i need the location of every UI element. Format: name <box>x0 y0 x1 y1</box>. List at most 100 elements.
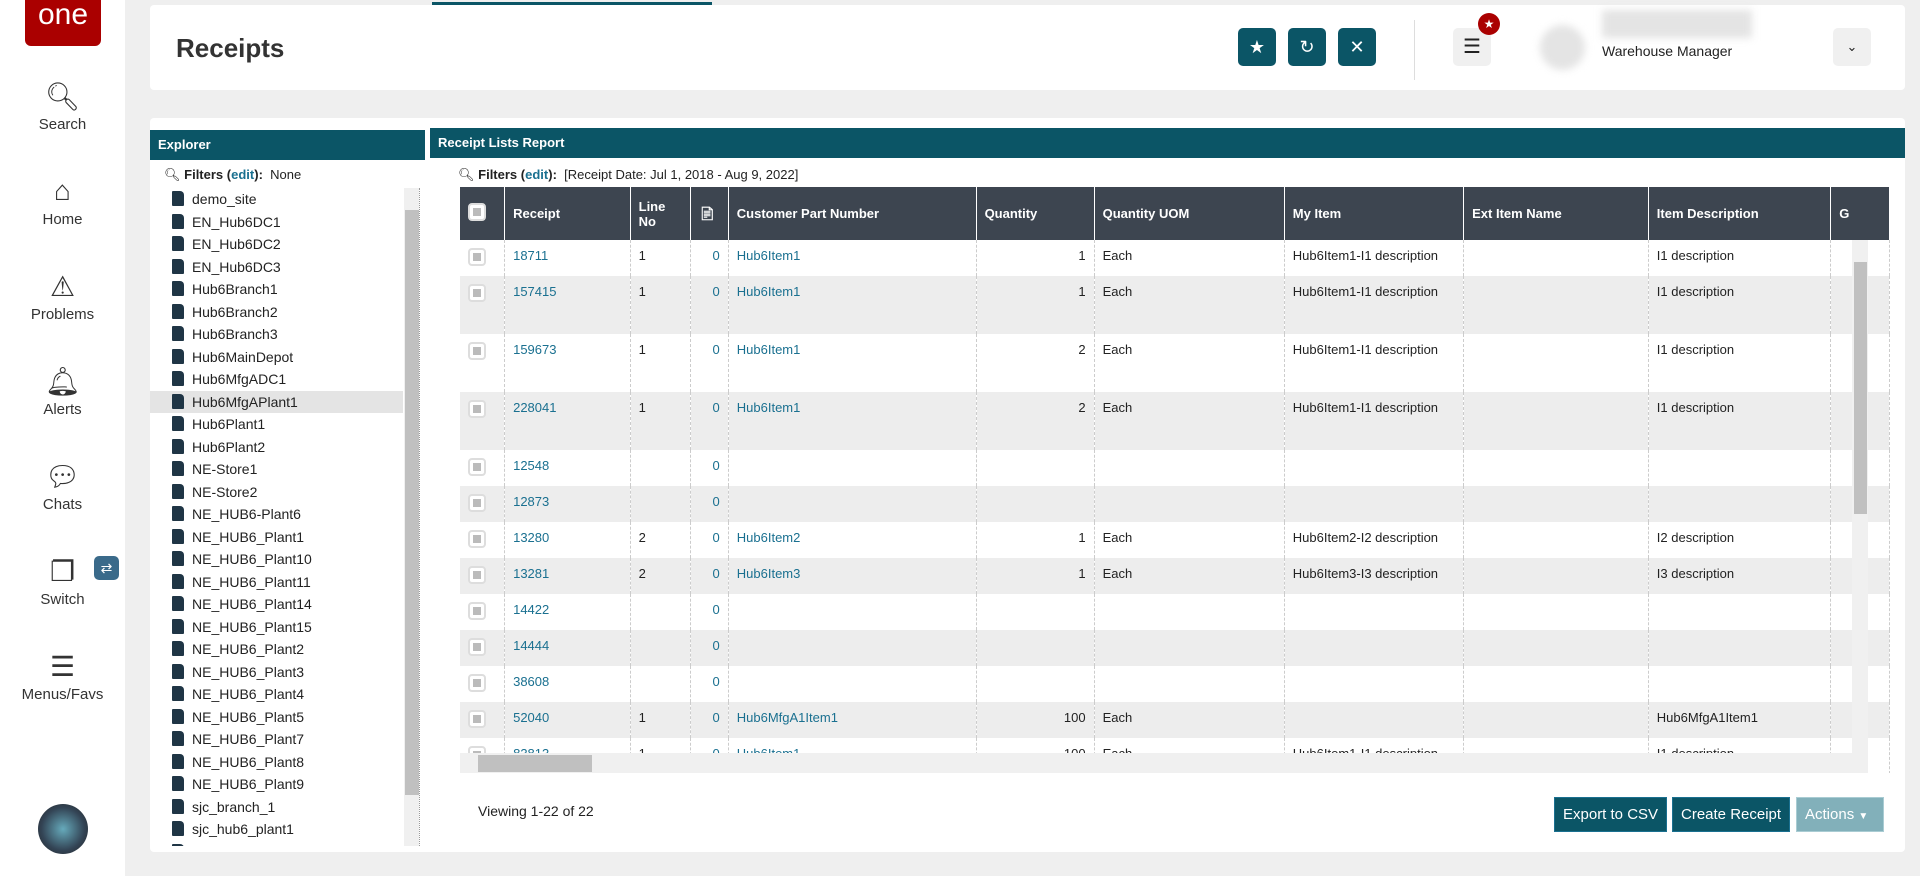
tree-item[interactable]: NE_HUB6_Plant2 <box>172 638 304 660</box>
nav-home[interactable]: ⌂ Home <box>0 175 125 228</box>
table-row[interactable]: 12548 0 <box>460 450 1890 486</box>
column-header[interactable]: Item Description <box>1648 187 1832 240</box>
nav-menus-favs[interactable]: ☰ Menus/Favs <box>0 650 125 703</box>
export-csv-button[interactable]: Export to CSV <box>1554 797 1668 832</box>
cell-2[interactable]: 0 <box>690 486 729 522</box>
tree-item[interactable]: Hub6Branch2 <box>172 301 278 323</box>
cell-2[interactable]: 0 <box>690 276 729 334</box>
nav-chats[interactable]: 💬︎ Chats <box>0 460 125 513</box>
tree-scrollbar[interactable] <box>404 188 419 846</box>
tree-item[interactable]: Hub6Branch1 <box>172 278 278 300</box>
tree-item[interactable]: NE_HUB6_Plant15 <box>172 616 312 638</box>
cell-2[interactable]: 0 <box>690 522 729 558</box>
row-checkbox[interactable] <box>468 602 486 620</box>
tree-item[interactable]: NE_HUB6_Plant5 <box>172 706 304 728</box>
tree-item[interactable]: NE_HUB6_Plant14 <box>172 593 312 615</box>
cell-3[interactable] <box>728 450 977 486</box>
cell-3[interactable]: Hub6Item2 <box>728 522 977 558</box>
row-checkbox-cell[interactable] <box>460 450 506 486</box>
tree-item[interactable]: EN_Hub6DC1 <box>172 211 281 233</box>
tree-item[interactable]: Hub6Plant2 <box>172 436 265 458</box>
tree-item[interactable]: NE_HUB6_Plant9 <box>172 773 304 795</box>
tree-item[interactable]: Hub6MainDepot <box>172 346 293 368</box>
tree-item[interactable]: NE_HUB6-Plant6 <box>172 503 301 525</box>
tree-item[interactable]: sjc_branch_1 <box>172 796 275 818</box>
tree-item[interactable]: NE_HUB6_Plant1 <box>172 526 304 548</box>
table-row[interactable]: 38608 0 <box>460 666 1890 702</box>
column-header[interactable]: Quantity <box>976 187 1095 240</box>
cell-0[interactable]: 52040 <box>504 702 631 738</box>
table-row[interactable]: 228041 1 0 Hub6Item1 2 Each Hub6Item1-I1 descr… <box>460 392 1890 450</box>
row-checkbox-cell[interactable] <box>460 486 506 522</box>
tree-item[interactable]: sjc_hub6_plant1 <box>172 818 294 840</box>
cell-2[interactable]: 0 <box>690 240 729 276</box>
nav-problems[interactable]: ⚠ Problems <box>0 270 125 323</box>
cell-0[interactable]: 13281 <box>504 558 631 594</box>
cell-0[interactable]: 38608 <box>504 666 631 702</box>
cell-0[interactable]: 18711 <box>504 240 631 276</box>
cell-3[interactable]: Hub6Item3 <box>728 558 977 594</box>
tree-item[interactable]: NE_HUB6_Plant3 <box>172 661 304 683</box>
tree-item[interactable]: Hub6Plant1 <box>172 413 265 435</box>
horizontal-scrollbar-thumb[interactable] <box>478 755 592 772</box>
tree-item[interactable]: NE_HUB6_Plant7 <box>172 728 304 750</box>
table-row[interactable]: 13281 2 0 Hub6Item3 1 Each Hub6Item3-I3 descri… <box>460 558 1890 594</box>
row-checkbox[interactable] <box>468 342 486 360</box>
row-checkbox[interactable] <box>468 494 486 512</box>
nav-alerts[interactable]: 🔔︎ Alerts <box>0 365 125 418</box>
report-filters-edit-link[interactable]: edit <box>525 167 548 182</box>
table-row[interactable]: 52040 1 0 Hub6MfgA1Item1 100 Each Hub6MfgA1Ite… <box>460 702 1890 738</box>
cell-2[interactable]: 0 <box>690 702 729 738</box>
cell-3[interactable]: Hub6Item1 <box>728 276 977 334</box>
cell-0[interactable]: 228041 <box>504 392 631 450</box>
tree-item[interactable]: NE_HUB6_Plant11 <box>172 571 311 593</box>
tree-item[interactable]: Hub6MfgAPlant1 <box>150 390 403 413</box>
create-receipt-button[interactable]: Create Receipt <box>1672 797 1791 832</box>
tree-item[interactable]: Hub6Branch3 <box>172 323 278 345</box>
table-row[interactable]: 157415 1 0 Hub6Item1 1 Each Hub6Item1-I1 descr… <box>460 276 1890 334</box>
tree-item[interactable]: NE-Store2 <box>172 481 257 503</box>
cell-0[interactable]: 14422 <box>504 594 631 630</box>
vertical-scrollbar[interactable] <box>1852 240 1868 753</box>
row-checkbox-cell[interactable] <box>460 240 506 276</box>
cell-0[interactable]: 157415 <box>504 276 631 334</box>
cell-2[interactable]: 0 <box>690 450 729 486</box>
cell-3[interactable]: Hub6MfgA1Item1 <box>728 702 977 738</box>
tree-item[interactable]: NE_HUB6_Plant10 <box>172 548 312 570</box>
cell-3[interactable] <box>728 486 977 522</box>
tree-item[interactable]: NE_HUB6_Plant8 <box>172 751 304 773</box>
row-checkbox[interactable] <box>468 710 486 728</box>
actions-button[interactable]: Actions ▼ <box>1796 797 1884 832</box>
cell-2[interactable]: 0 <box>690 392 729 450</box>
column-header[interactable]: Receipt <box>504 187 631 240</box>
tree-item[interactable]: Hub6MfgADC1 <box>172 368 286 390</box>
cell-0[interactable]: 13280 <box>504 522 631 558</box>
row-checkbox-cell[interactable] <box>460 630 506 666</box>
cell-2[interactable]: 0 <box>690 558 729 594</box>
cell-2[interactable]: 0 <box>690 630 729 666</box>
row-checkbox[interactable] <box>468 458 486 476</box>
tree-scrollbar-thumb[interactable] <box>405 210 419 795</box>
column-header[interactable]: Ext Item Name <box>1463 187 1649 240</box>
table-row[interactable]: 12873 0 <box>460 486 1890 522</box>
tree-item[interactable]: EN_Hub6DC2 <box>172 233 281 255</box>
cell-0[interactable]: 12873 <box>504 486 631 522</box>
assistant-avatar[interactable] <box>38 804 88 854</box>
explorer-filters-edit-link[interactable]: edit <box>231 167 254 182</box>
switch-arrows-icon[interactable]: ⇄ <box>94 556 119 580</box>
column-header[interactable]: 📄︎ <box>690 187 729 240</box>
tree-item[interactable]: NE-Store1 <box>172 458 257 480</box>
refresh-button[interactable]: ↻ <box>1288 28 1326 66</box>
row-checkbox-cell[interactable] <box>460 522 506 558</box>
cell-3[interactable] <box>728 630 977 666</box>
user-avatar[interactable] <box>1540 25 1585 70</box>
cell-3[interactable]: Hub6Item1 <box>728 334 977 392</box>
table-row[interactable]: 13280 2 0 Hub6Item2 1 Each Hub6Item2-I2 descri… <box>460 522 1890 558</box>
user-menu-dropdown[interactable]: ⌄ <box>1833 28 1871 66</box>
nav-search[interactable]: 🔍︎ Search <box>0 80 125 133</box>
horizontal-scrollbar[interactable] <box>460 753 1868 773</box>
cell-2[interactable]: 0 <box>690 334 729 392</box>
tree-item[interactable]: EN_Hub6DC3 <box>172 256 281 278</box>
row-checkbox-cell[interactable] <box>460 594 506 630</box>
row-checkbox-cell[interactable] <box>460 702 506 738</box>
